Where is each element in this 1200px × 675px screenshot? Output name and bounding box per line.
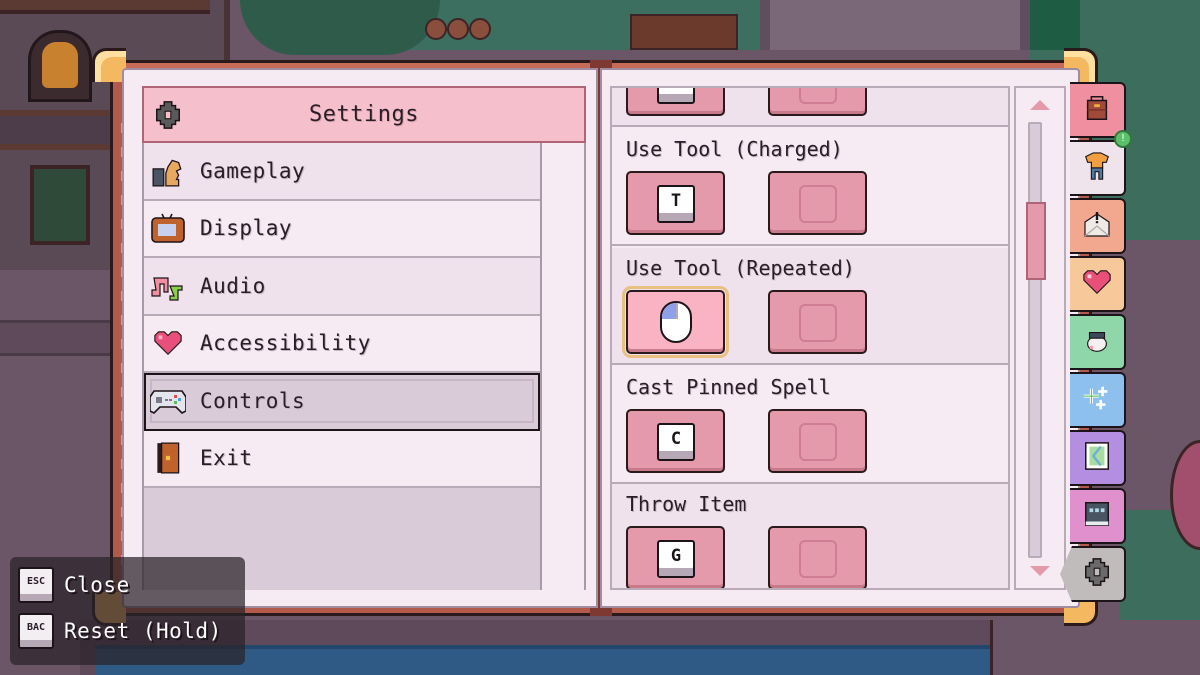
- hint-label: Reset (Hold): [64, 619, 222, 643]
- nav-item-label: Accessibility: [200, 331, 371, 356]
- nav-margin: [542, 143, 586, 590]
- stone-path: [990, 620, 1200, 675]
- scrollbar: [1014, 86, 1066, 590]
- empty-slot-icon: [799, 540, 837, 578]
- shirt-icon: [1082, 150, 1112, 186]
- settings-header: Settings: [142, 86, 586, 143]
- market-stall: [760, 0, 1030, 50]
- heart-icon: [1082, 268, 1112, 300]
- nav-item-exit[interactable]: Exit: [144, 430, 540, 488]
- nav-item-label: Controls: [200, 388, 306, 413]
- button-hints: ESC Close BAC Reset (Hold): [10, 557, 245, 665]
- map-icon: [1083, 441, 1111, 475]
- secondary-key-slot[interactable]: [768, 290, 867, 354]
- hint-label: Close: [64, 573, 130, 597]
- nav-item-controls[interactable]: Controls: [144, 373, 540, 431]
- hedge-shadow: [1030, 0, 1080, 50]
- scroll-track[interactable]: [1026, 122, 1046, 558]
- nav-item-gameplay[interactable]: Gameplay: [144, 143, 540, 201]
- key-bindings-list: Use Tool (Charged) T Use Tool (Repeated): [610, 86, 1010, 590]
- cow-icon: [1082, 325, 1112, 359]
- tab-map[interactable]: [1070, 430, 1126, 486]
- primary-key-slot[interactable]: [626, 88, 725, 116]
- tv-icon: [148, 208, 188, 248]
- binding-row-use-tool-repeated: Use Tool (Repeated): [612, 248, 1008, 365]
- scroll-down-arrow-icon[interactable]: [1030, 566, 1050, 576]
- bell-icon: [42, 42, 78, 88]
- binding-label: Cast Pinned Spell: [626, 375, 831, 399]
- nav-item-label: Exit: [200, 446, 253, 471]
- settings-category-list: Gameplay Display Audio Accessibility Con…: [142, 143, 542, 590]
- secondary-key-slot[interactable]: [768, 526, 867, 588]
- heart-icon: [148, 323, 188, 363]
- keycap: G: [657, 540, 695, 578]
- primary-key-slot[interactable]: [622, 286, 729, 358]
- mouse-left-click-icon: [660, 301, 692, 343]
- journal-icon: [1082, 499, 1112, 533]
- nav-item-label: Gameplay: [200, 158, 306, 183]
- backspace-key-icon: BAC: [18, 613, 54, 649]
- hint-close[interactable]: ESC Close: [18, 567, 130, 603]
- log-icon: [425, 18, 447, 40]
- gear-icon: [1082, 557, 1112, 591]
- building-door: [30, 165, 90, 245]
- binding-row-throw-item: Throw Item G: [612, 484, 1008, 588]
- door-icon: [148, 438, 188, 478]
- settings-nav: Settings Gameplay Display Audio Accessib…: [142, 86, 586, 590]
- tab-equipment[interactable]: !: [1070, 130, 1132, 196]
- nav-item-audio[interactable]: Audio: [144, 258, 540, 316]
- empty-slot-icon: [799, 185, 837, 223]
- pine-tree: [240, 0, 440, 55]
- nav-item-display[interactable]: Display: [144, 200, 540, 258]
- secondary-key-slot[interactable]: [768, 88, 867, 116]
- envelope-alert-icon: [1081, 208, 1113, 244]
- log-icon: [447, 18, 469, 40]
- keycap: T: [657, 185, 695, 223]
- wooden-crate: [630, 14, 738, 50]
- binding-label: Use Tool (Charged): [626, 137, 843, 161]
- primary-key-slot[interactable]: C: [626, 409, 725, 473]
- building-roof: [0, 0, 210, 14]
- scroll-thumb[interactable]: [1026, 202, 1046, 280]
- gamepad-icon: [148, 381, 188, 421]
- tab-spells[interactable]: [1070, 372, 1126, 428]
- tab-inventory[interactable]: [1070, 82, 1126, 138]
- binding-row-cast-pinned-spell: Cast Pinned Spell C: [612, 367, 1008, 484]
- right-page: Use Tool (Charged) T Use Tool (Repeated): [600, 68, 1080, 608]
- empty-slot-icon: [799, 304, 837, 342]
- notification-badge: !: [1114, 130, 1132, 148]
- music-notes-icon: [148, 266, 188, 306]
- empty-slot-icon: [799, 423, 837, 461]
- keycap: C: [657, 423, 695, 461]
- backpack-icon: [1082, 93, 1112, 127]
- esc-key-icon: ESC: [18, 567, 54, 603]
- hint-reset[interactable]: BAC Reset (Hold): [18, 613, 222, 649]
- tab-relationships[interactable]: [1070, 256, 1126, 312]
- primary-key-slot[interactable]: G: [626, 526, 725, 588]
- nav-item-label: Audio: [200, 273, 266, 298]
- page-title: Settings: [309, 102, 419, 127]
- empty-slot-icon: [799, 88, 837, 104]
- left-page: Settings Gameplay Display Audio Accessib…: [122, 68, 598, 608]
- chess-knight-icon: [148, 151, 188, 191]
- secondary-key-slot[interactable]: [768, 171, 867, 235]
- secondary-key-slot[interactable]: [768, 409, 867, 473]
- settings-book: Settings Gameplay Display Audio Accessib…: [92, 48, 1110, 626]
- binding-row: [612, 88, 1008, 127]
- sparkles-icon: [1082, 383, 1112, 417]
- tab-settings[interactable]: [1060, 546, 1126, 602]
- scroll-up-arrow-icon[interactable]: [1030, 100, 1050, 110]
- tab-creatures[interactable]: [1070, 314, 1126, 370]
- nav-item-accessibility[interactable]: Accessibility: [144, 315, 540, 373]
- tab-journal[interactable]: [1070, 488, 1126, 544]
- keycap: [657, 88, 695, 104]
- binding-label: Throw Item: [626, 492, 747, 516]
- binding-row-use-tool-charged: Use Tool (Charged) T: [612, 129, 1008, 246]
- tab-quests[interactable]: [1070, 198, 1126, 254]
- log-icon: [469, 18, 491, 40]
- nav-item-label: Display: [200, 216, 293, 241]
- primary-key-slot[interactable]: T: [626, 171, 725, 235]
- binding-label: Use Tool (Repeated): [626, 256, 855, 280]
- book-corner: [92, 48, 126, 82]
